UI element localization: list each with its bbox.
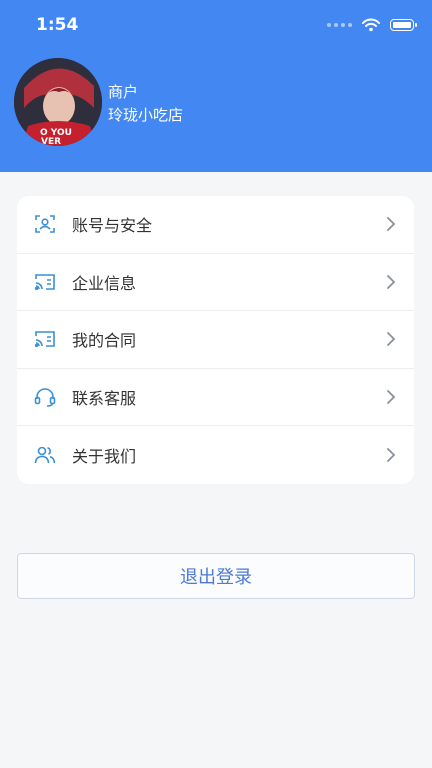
menu-label: 我的合同 xyxy=(72,331,137,351)
chevron-right-icon xyxy=(387,390,396,404)
menu-label: 关于我们 xyxy=(72,447,137,467)
menu-item-company-info[interactable]: 企业信息 xyxy=(17,254,414,312)
cast-screen-icon xyxy=(34,274,55,290)
menu-item-my-contracts[interactable]: 我的合同 xyxy=(17,311,414,369)
cast-screen-icon xyxy=(34,331,55,348)
chevron-right-icon xyxy=(387,274,396,289)
menu-label: 联系客服 xyxy=(72,389,137,409)
profile-header: 1:54 O YOU VER 商户 玲珑小吃店 xyxy=(0,0,432,172)
logout-button[interactable]: 退出登录 xyxy=(17,553,415,599)
menu-label: 账号与安全 xyxy=(72,216,153,236)
profile-role: 商户 xyxy=(108,83,139,101)
menu-item-customer-service[interactable]: 联系客服 xyxy=(17,369,414,427)
shirt-text-2: VER xyxy=(41,137,61,146)
avatar-image: O YOU VER xyxy=(14,58,102,146)
menu-label: 企业信息 xyxy=(72,273,137,293)
menu-item-about-us[interactable]: 关于我们 xyxy=(17,426,414,484)
chevron-right-icon xyxy=(387,332,396,347)
chevron-right-icon xyxy=(387,217,396,232)
avatar[interactable]: O YOU VER xyxy=(14,58,102,146)
status-time: 1:54 xyxy=(36,15,79,35)
menu-item-account-security[interactable]: 账号与安全 xyxy=(17,196,414,254)
headset-icon xyxy=(34,388,56,407)
chevron-right-icon xyxy=(387,448,396,463)
signal-dots-icon xyxy=(327,23,352,27)
wifi-icon xyxy=(362,18,380,32)
users-icon xyxy=(34,446,56,464)
settings-menu: 账号与安全 企业信息 我的合同 联系客服 关于我们 xyxy=(17,196,414,484)
account-security-icon xyxy=(35,215,55,234)
battery-icon xyxy=(390,19,417,31)
status-icons xyxy=(327,18,417,32)
profile-name: 玲珑小吃店 xyxy=(108,106,184,124)
